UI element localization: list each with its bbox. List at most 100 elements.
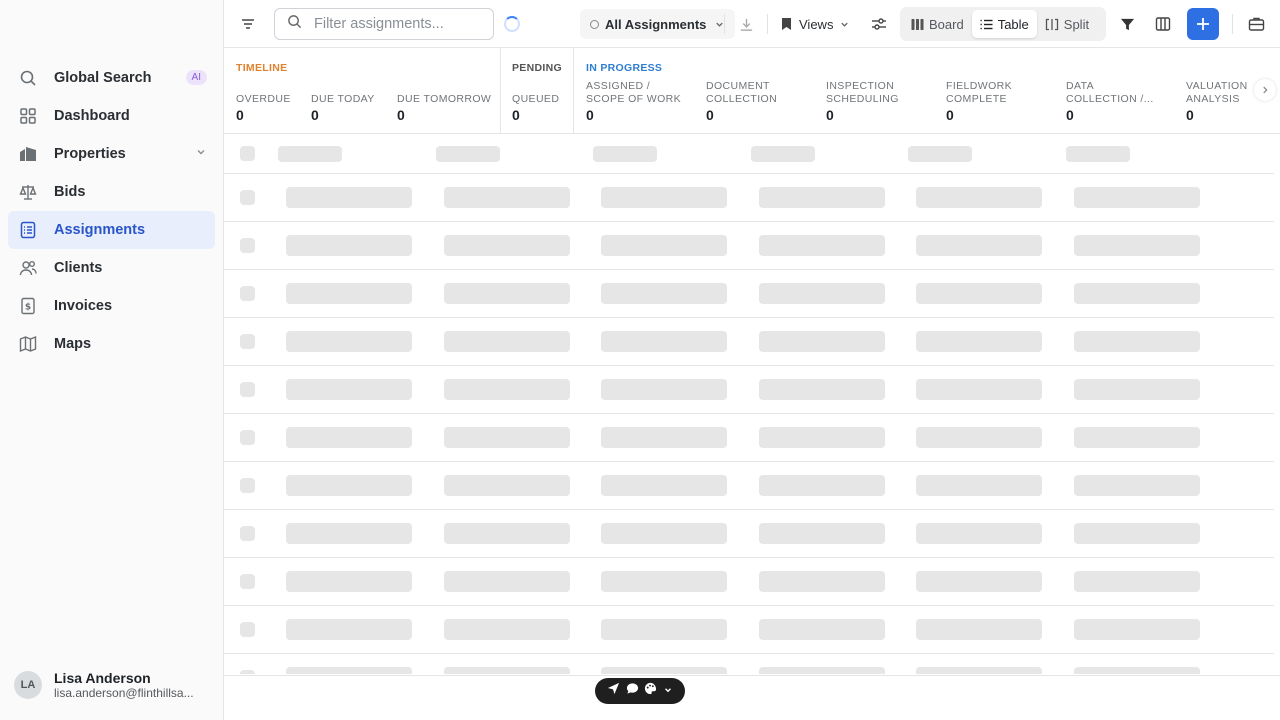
send-icon[interactable] — [607, 682, 620, 700]
row-checkbox[interactable] — [240, 382, 255, 397]
search-box — [274, 8, 494, 40]
table-header-row — [224, 134, 1274, 174]
board-label: Board — [929, 16, 964, 32]
chevron-right-icon[interactable] — [1254, 79, 1276, 101]
table-view-button[interactable]: Table — [971, 10, 1037, 38]
status-count: 0 — [311, 107, 319, 123]
in-progress-group-label: IN PROGRESS — [586, 62, 663, 74]
status-col-queued[interactable]: QUEUED 0 — [512, 93, 559, 122]
table-row[interactable] — [224, 414, 1274, 462]
skeleton-cell — [916, 571, 1042, 592]
row-checkbox[interactable] — [240, 190, 255, 205]
sidebar-item-label: Properties — [54, 146, 126, 162]
status-col-due-today[interactable]: DUE TODAY 0 — [311, 93, 375, 122]
status-col-inspection-scheduling[interactable]: INSPECTION SCHEDULING 0 — [826, 80, 899, 122]
status-label: FIELDWORK — [946, 80, 1013, 92]
status-label: QUEUED — [512, 93, 560, 105]
sidebar-item-maps[interactable]: Maps — [8, 325, 215, 363]
skeleton-cell — [601, 619, 727, 640]
skeleton-cell — [601, 379, 727, 400]
status-count: 0 — [397, 107, 405, 123]
table-row[interactable] — [224, 462, 1274, 510]
status-col-valuation-analysis[interactable]: VALUATION ANALYSIS 0 — [1186, 80, 1248, 122]
row-checkbox[interactable] — [240, 670, 255, 674]
status-col-fieldwork-complete[interactable]: FIELDWORK COMPLETE 0 — [946, 80, 1012, 122]
chevron-down-icon[interactable] — [195, 146, 207, 162]
skeleton-cell — [601, 283, 727, 304]
row-checkbox[interactable] — [240, 574, 255, 589]
status-col-due-tomorrow[interactable]: DUE TOMORROW 0 — [397, 93, 491, 122]
table-row[interactable] — [224, 606, 1274, 654]
skeleton-cell — [601, 523, 727, 544]
skeleton-cell — [916, 283, 1042, 304]
table-row[interactable] — [224, 654, 1274, 674]
table-body — [224, 174, 1274, 674]
settings-sliders-icon[interactable] — [869, 14, 889, 34]
palette-icon[interactable] — [644, 682, 657, 700]
sidebar-item-assignments[interactable]: Assignments — [8, 211, 215, 249]
status-col-assigned[interactable]: ASSIGNED / SCOPE OF WORK 0 — [586, 80, 681, 122]
skeleton-cell — [759, 187, 885, 208]
add-assignment-button[interactable] — [1187, 8, 1219, 40]
status-col-document-collection[interactable]: DOCUMENT COLLECTION 0 — [706, 80, 777, 122]
sidebar: Global Search AI Dashboard Properties Bi… — [0, 0, 224, 720]
skeleton-cell — [1074, 667, 1200, 674]
building-icon — [18, 144, 38, 164]
skeleton-cell — [759, 379, 885, 400]
sidebar-item-global-search[interactable]: Global Search AI — [8, 59, 215, 97]
row-checkbox[interactable] — [240, 238, 255, 253]
chat-bubble-icon[interactable] — [626, 682, 639, 700]
sidebar-item-clients[interactable]: Clients — [8, 249, 215, 287]
sidebar-item-invoices[interactable]: $ Invoices — [8, 287, 215, 325]
select-all-checkbox[interactable] — [240, 146, 255, 161]
sidebar-item-properties[interactable]: Properties — [8, 135, 215, 173]
briefcase-icon[interactable] — [1246, 14, 1266, 34]
table-row[interactable] — [224, 510, 1274, 558]
status-col-overdue[interactable]: OVERDUE 0 — [236, 93, 291, 122]
divider — [500, 48, 501, 134]
status-count: 0 — [1066, 107, 1074, 123]
skeleton-cell — [759, 475, 885, 496]
view-switcher: Board Table Split — [900, 7, 1106, 41]
floating-toolbar[interactable] — [595, 678, 685, 704]
skeleton-cell — [916, 427, 1042, 448]
table-row[interactable] — [224, 366, 1274, 414]
table-row[interactable] — [224, 558, 1274, 606]
sidebar-item-dashboard[interactable]: Dashboard — [8, 97, 215, 135]
table-row[interactable] — [224, 270, 1274, 318]
row-checkbox[interactable] — [240, 430, 255, 445]
status-summary: TIMELINE OVERDUE 0 DUE TODAY 0 DUE TOMOR… — [224, 48, 1280, 134]
filter-funnel-icon[interactable] — [1117, 14, 1137, 34]
assignment-filter-select[interactable]: All Assignments — [580, 9, 736, 39]
search-input[interactable] — [314, 16, 484, 32]
skeleton-cell — [1074, 571, 1200, 592]
table-row[interactable] — [224, 174, 1274, 222]
status-col-data-collection[interactable]: DATA COLLECTION /... 0 — [1066, 80, 1154, 122]
timeline-group-label: TIMELINE — [236, 62, 288, 74]
map-icon — [18, 334, 38, 354]
sort-icon[interactable] — [238, 14, 258, 34]
skeleton-cell — [1074, 475, 1200, 496]
table-row[interactable] — [224, 222, 1274, 270]
views-dropdown[interactable]: Views — [780, 9, 850, 39]
row-checkbox[interactable] — [240, 622, 255, 637]
views-label: Views — [799, 16, 834, 32]
row-checkbox[interactable] — [240, 286, 255, 301]
skeleton-cell — [759, 331, 885, 352]
row-checkbox[interactable] — [240, 478, 255, 493]
table-row[interactable] — [224, 318, 1274, 366]
row-checkbox[interactable] — [240, 334, 255, 349]
skeleton-cell — [444, 427, 570, 448]
board-view-button[interactable]: Board — [903, 10, 972, 38]
circle-icon — [590, 19, 599, 29]
columns-icon[interactable] — [1153, 14, 1173, 34]
split-view-button[interactable]: Split — [1037, 10, 1097, 38]
skeleton-header-cell — [1066, 146, 1130, 162]
chevron-down-icon[interactable] — [663, 682, 673, 700]
user-profile[interactable]: LA Lisa Anderson lisa.anderson@flinthill… — [14, 670, 194, 700]
download-icon[interactable] — [736, 14, 756, 34]
skeleton-header-cell — [751, 146, 815, 162]
skeleton-cell — [916, 619, 1042, 640]
sidebar-item-bids[interactable]: Bids — [8, 173, 215, 211]
row-checkbox[interactable] — [240, 526, 255, 541]
